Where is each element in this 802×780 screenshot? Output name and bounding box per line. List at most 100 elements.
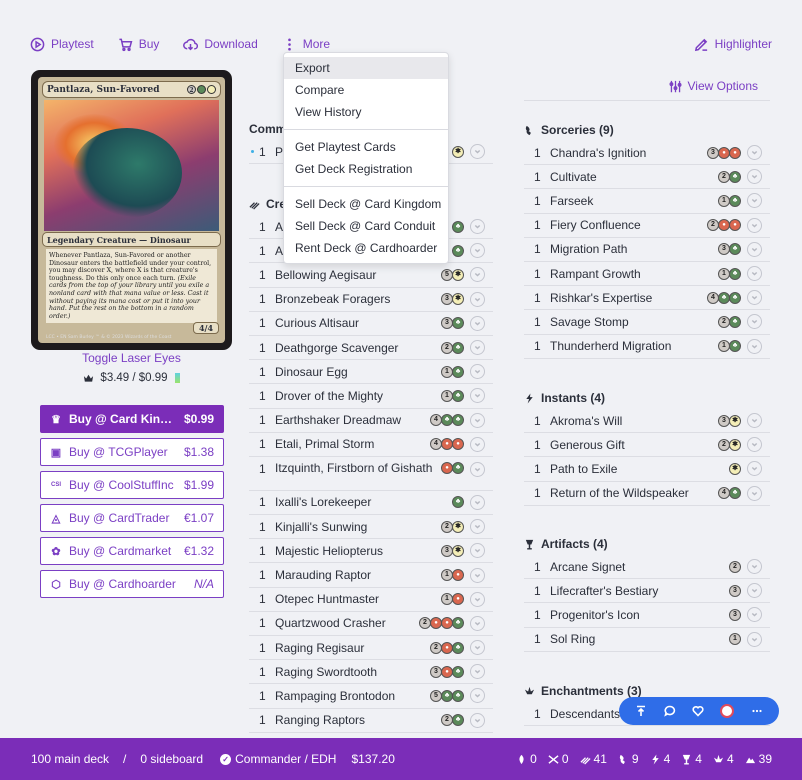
card-row[interactable]: 1 Generous Gift 2 ✱ [524, 433, 770, 458]
card-row[interactable]: 1 Return of the Wildspeaker 4 ♣ [524, 482, 770, 506]
menu-sell-card-kingdom[interactable]: Sell Deck @ Card Kingdom [284, 193, 448, 215]
card-row[interactable]: 1 Majestic Heliopterus 3 ✱ [249, 539, 493, 564]
card-name-link[interactable]: Kinjalli's Sunwing [275, 520, 442, 534]
menu-export[interactable]: Export [284, 57, 448, 79]
card-name-link[interactable]: Thunderherd Migration [550, 339, 719, 353]
avatar[interactable] [720, 704, 735, 718]
row-menu-chevron-icon[interactable] [747, 631, 762, 647]
heart-icon[interactable] [692, 705, 704, 717]
row-menu-chevron-icon[interactable] [747, 217, 762, 233]
card-row[interactable]: 1 Rampaging Brontodon 5 ♣ ♣ [249, 684, 493, 709]
featured-card-image[interactable]: Pantlaza, Sun-Favored 2 Legendary Creatu… [31, 70, 232, 350]
menu-rent-cardhoarder[interactable]: Rent Deck @ Cardhoarder [284, 237, 448, 259]
card-name-link[interactable]: Ixalli's Lorekeeper [275, 495, 453, 509]
more-horizontal-icon[interactable] [751, 705, 763, 717]
row-menu-chevron-icon[interactable] [470, 364, 485, 380]
card-row[interactable]: 1 Sol Ring 1 [524, 628, 770, 652]
card-name-link[interactable]: Generous Gift [550, 438, 719, 452]
card-row[interactable]: 1 Progenitor's Icon 3 [524, 603, 770, 628]
row-menu-chevron-icon[interactable] [470, 267, 485, 283]
highlighter-button[interactable]: Highlighter [694, 37, 772, 52]
card-row[interactable]: 1 Itzquinth, Firstborn of Gishath ● ♣ [249, 457, 493, 491]
card-name-link[interactable]: Lifecrafter's Bestiary [550, 584, 730, 598]
row-menu-chevron-icon[interactable] [470, 461, 485, 477]
card-name-link[interactable]: Farseek [550, 194, 719, 208]
card-name-link[interactable]: Chandra's Ignition [550, 146, 708, 160]
card-name-link[interactable]: Majestic Heliopterus [275, 544, 442, 558]
playtest-button[interactable]: Playtest [30, 37, 94, 52]
row-menu-chevron-icon[interactable] [747, 413, 762, 429]
row-menu-chevron-icon[interactable] [747, 314, 762, 330]
card-row[interactable]: 1 Quartzwood Crasher 2 ● ● ♣ [249, 612, 493, 636]
buy-button-tcg[interactable]: ▣ Buy @ TCGPlayer $1.38 [40, 438, 224, 466]
card-name-link[interactable]: Return of the Wildspeaker [550, 486, 719, 500]
card-name-link[interactable]: Fiery Confluence [550, 218, 708, 232]
row-menu-chevron-icon[interactable] [747, 437, 762, 453]
card-name-link[interactable]: Sol Ring [550, 632, 730, 646]
row-menu-chevron-icon[interactable] [470, 340, 485, 356]
row-menu-chevron-icon[interactable] [470, 315, 485, 331]
card-row[interactable]: 1 Migration Path 3 ♣ [524, 238, 770, 262]
card-row[interactable]: 1 Dinosaur Egg 1 ♣ [249, 360, 493, 385]
card-row[interactable]: 1 Curious Altisaur 3 ♣ [249, 312, 493, 336]
menu-sell-card-conduit[interactable]: Sell Deck @ Card Conduit [284, 215, 448, 237]
row-menu-chevron-icon[interactable] [747, 193, 762, 209]
card-name-link[interactable]: Earthshaker Dreadmaw [275, 413, 431, 427]
card-name-link[interactable]: Marauding Raptor [275, 568, 442, 582]
card-row[interactable]: 1 Drover of the Mighty 1 ♣ [249, 384, 493, 409]
card-row[interactable]: 1 Path to Exile ✱ [524, 457, 770, 482]
card-name-link[interactable]: Raging Swordtooth [275, 665, 431, 679]
card-row[interactable]: 1 Raging Regisaur 2 ● ♣ [249, 636, 493, 661]
menu-compare[interactable]: Compare [284, 79, 448, 101]
card-row[interactable]: 1 Earthshaker Dreadmaw 4 ♣ ♣ [249, 409, 493, 433]
row-menu-chevron-icon[interactable] [470, 543, 485, 559]
card-row[interactable]: 1 Ixalli's Lorekeeper ♣ [249, 491, 493, 516]
card-row[interactable]: 1 Farseek 1 ♣ [524, 189, 770, 214]
card-name-link[interactable]: Arcane Signet [550, 560, 730, 574]
card-row[interactable]: 1 Etali, Primal Storm 4 ● ● [249, 433, 493, 457]
row-menu-chevron-icon[interactable] [470, 494, 485, 510]
card-name-link[interactable]: Drover of the Mighty [275, 389, 442, 403]
row-menu-chevron-icon[interactable] [470, 615, 485, 631]
card-name-link[interactable]: Progenitor's Icon [550, 608, 730, 622]
card-name-link[interactable]: Rampaging Brontodon [275, 689, 431, 703]
card-row[interactable]: 1 Rishkar's Expertise 4 ♣ ♣ [524, 286, 770, 311]
view-options-button[interactable]: View Options [669, 79, 758, 93]
row-menu-chevron-icon[interactable] [470, 243, 485, 259]
card-row[interactable]: 1 Deathgorge Scavenger 2 ♣ [249, 336, 493, 361]
row-menu-chevron-icon[interactable] [747, 290, 762, 306]
row-menu-chevron-icon[interactable] [747, 145, 762, 161]
card-name-link[interactable]: Rishkar's Expertise [550, 291, 708, 305]
row-menu-chevron-icon[interactable] [470, 436, 485, 452]
card-row[interactable]: 1 Cultivate 2 ♣ [524, 165, 770, 190]
card-row[interactable]: 1 Raging Swordtooth 3 ● ♣ [249, 660, 493, 685]
card-name-link[interactable]: Ranging Raptors [275, 713, 442, 727]
more-button[interactable]: More [282, 37, 330, 52]
card-name-link[interactable]: Itzquinth, Firstborn of Gishath [275, 460, 442, 477]
card-name-link[interactable]: Raging Regisaur [275, 641, 431, 655]
card-name-link[interactable]: Path to Exile [550, 462, 730, 476]
card-name-link[interactable]: Curious Altisaur [275, 316, 442, 330]
buy-button-cardtrader[interactable]: ◬ Buy @ CardTrader €1.07 [40, 504, 224, 532]
card-name-link[interactable]: Etali, Primal Storm [275, 437, 431, 451]
card-name-link[interactable]: Migration Path [550, 242, 719, 256]
menu-get-playtest-cards[interactable]: Get Playtest Cards [284, 136, 448, 158]
row-menu-chevron-icon[interactable] [470, 640, 485, 656]
buy-button[interactable]: Buy [118, 37, 159, 52]
card-row[interactable]: 1 Thunderherd Migration 1 ♣ [524, 335, 770, 359]
row-menu-chevron-icon[interactable] [470, 388, 485, 404]
toggle-laser-eyes-link[interactable]: Toggle Laser Eyes [31, 351, 232, 365]
row-menu-chevron-icon[interactable] [747, 559, 762, 575]
card-name-link[interactable]: Bronzebeak Foragers [275, 292, 442, 306]
card-row[interactable]: 1 Lifecrafter's Bestiary 3 [524, 579, 770, 604]
card-row[interactable]: 1 Ranging Raptors 2 ♣ [249, 709, 493, 733]
row-menu-chevron-icon[interactable] [470, 519, 485, 535]
format-badge[interactable]: ✓ Commander / EDH [220, 752, 336, 766]
card-name-link[interactable]: Quartzwood Crasher [275, 616, 420, 630]
card-row[interactable]: 1 Bronzebeak Foragers 3 ✱ [249, 288, 493, 312]
row-menu-chevron-icon[interactable] [470, 688, 485, 704]
row-menu-chevron-icon[interactable] [747, 461, 762, 477]
row-menu-chevron-icon[interactable] [747, 241, 762, 257]
card-row[interactable]: 1 Savage Stomp 2 ♣ [524, 310, 770, 335]
card-name-link[interactable]: Akroma's Will [550, 414, 719, 428]
